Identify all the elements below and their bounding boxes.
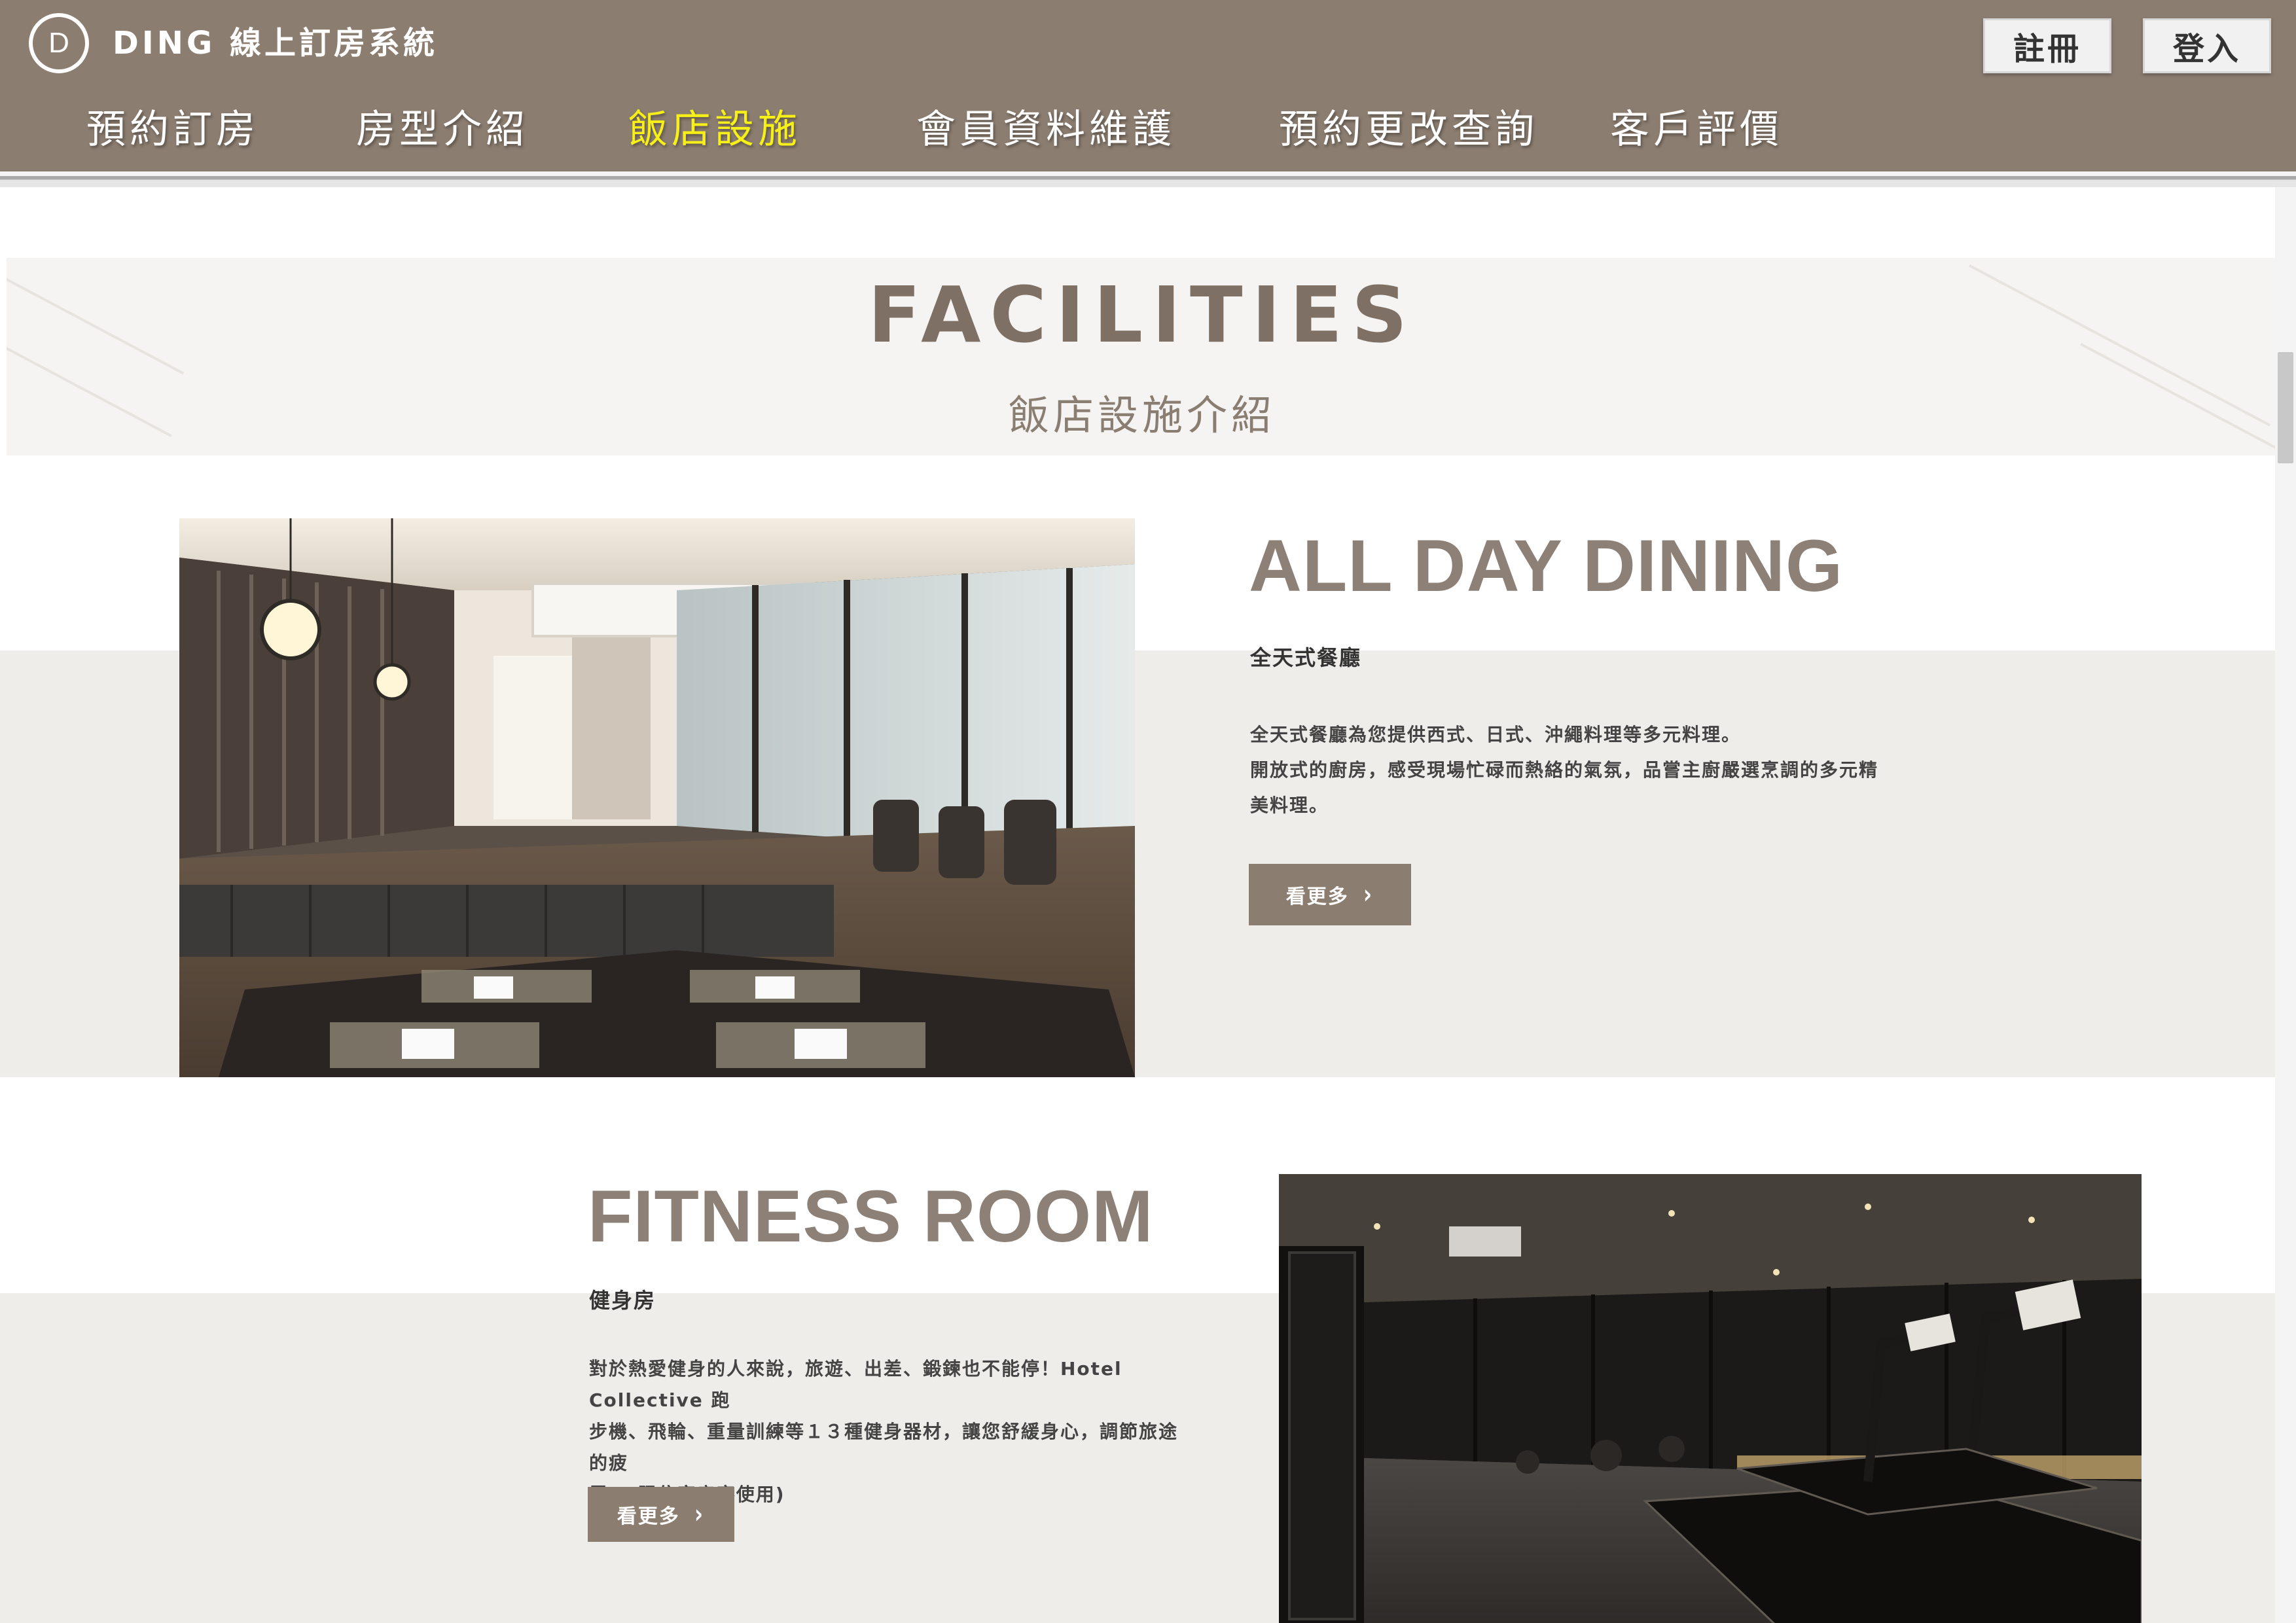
fitness-desc-line: 步機、飛輪、重量訓練等１３種健身器材，讓您舒緩身心，調節旅途的疲	[589, 1421, 1179, 1474]
restaurant-interior-image	[179, 518, 1135, 1077]
brand-logo-icon[interactable]: D	[29, 13, 89, 73]
dining-photo	[179, 518, 1135, 1077]
nav-booking[interactable]: 預約訂房	[86, 98, 259, 161]
login-button[interactable]: 登入	[2143, 18, 2271, 73]
fitness-desc-line: 對於熱愛健身的人來說，旅遊、出差、鍛鍊也不能停！Hotel Collective…	[589, 1358, 1122, 1411]
main-nav: 預約訂房 房型介紹 飯店設施 會員資料維護 預約更改查詢 客戶評價	[0, 98, 2296, 161]
fitness-photo	[1279, 1174, 2142, 1623]
fitness-subtitle: 健身房	[589, 1288, 656, 1313]
register-button[interactable]: 註冊	[1983, 18, 2111, 73]
dining-title: ALL DAY DINING	[1249, 525, 1844, 607]
scrollbar-thumb[interactable]	[2278, 352, 2293, 463]
more-label: 看更多	[1285, 885, 1349, 908]
fitness-more-button[interactable]: 看更多 ›	[588, 1487, 734, 1542]
facilities-title: FACILITIES	[868, 270, 1416, 360]
more-label: 看更多	[617, 1505, 680, 1528]
dining-desc-line: 開放式的廚房，感受現場忙碌而熱絡的氣氛，品嘗主廚嚴選烹調的多元精	[1250, 759, 1879, 781]
nav-room-types[interactable]: 房型介紹	[356, 98, 529, 161]
site-header: D DING 線上訂房系統 註冊 登入 預約訂房 房型介紹 飯店設施 會員資料維…	[0, 0, 2296, 171]
dining-desc-line: 美料理。	[1250, 794, 1329, 816]
fitness-title: FITNESS ROOM	[588, 1175, 1154, 1257]
nav-reviews[interactable]: 客戶評價	[1610, 98, 1783, 161]
dining-desc-line: 全天式餐廳為您提供西式、日式、沖繩料理等多元料理。	[1250, 724, 1742, 745]
logo-letter: D	[48, 27, 69, 59]
page-scrollbar[interactable]	[2275, 187, 2296, 1623]
facilities-heading-band: FACILITIES 飯店設施介紹	[7, 258, 2278, 455]
facilities-subtitle: 飯店設施介紹	[1008, 391, 1276, 439]
chevron-right-icon: ›	[694, 1499, 704, 1529]
nav-booking-change[interactable]: 預約更改查詢	[1279, 98, 1538, 161]
page: D DING 線上訂房系統 註冊 登入 預約訂房 房型介紹 飯店設施 會員資料維…	[0, 0, 2296, 1623]
fitness-room-image	[1279, 1174, 2142, 1623]
nav-facilities[interactable]: 飯店設施	[628, 98, 801, 161]
dining-subtitle: 全天式餐廳	[1250, 645, 1362, 670]
dining-more-button[interactable]: 看更多 ›	[1249, 864, 1411, 925]
chevron-right-icon: ›	[1363, 880, 1373, 910]
dining-description: 全天式餐廳為您提供西式、日式、沖繩料理等多元料理。 開放式的廚房，感受現場忙碌而…	[1250, 717, 1950, 823]
header-divider	[0, 171, 2296, 187]
nav-member-profile[interactable]: 會員資料維護	[916, 98, 1175, 161]
brand-name[interactable]: DING 線上訂房系統	[113, 22, 438, 64]
